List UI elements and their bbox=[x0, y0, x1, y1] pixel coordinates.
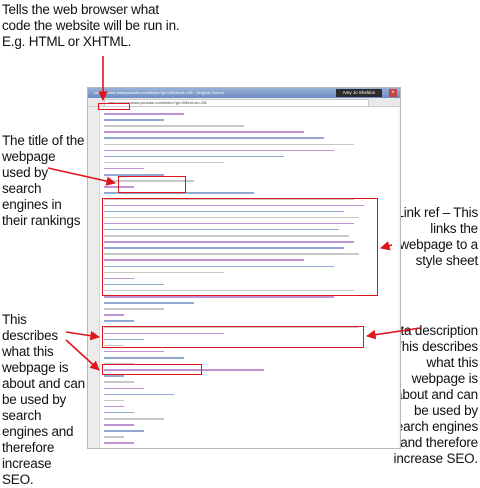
title-highlight-box bbox=[118, 176, 186, 193]
source-line bbox=[104, 320, 134, 322]
source-line bbox=[104, 387, 144, 390]
title-annotation: The title of the webpage used by search … bbox=[2, 133, 85, 228]
meta-property-highlight-box bbox=[102, 364, 202, 375]
source-line bbox=[104, 113, 184, 115]
source-line bbox=[104, 357, 184, 359]
source-line bbox=[104, 149, 334, 152]
source-line bbox=[104, 399, 124, 402]
source-line bbox=[104, 308, 164, 310]
address-bar[interactable]: view-source:www.youtube.com/index?gl=GB&… bbox=[104, 99, 369, 107]
source-line bbox=[104, 302, 194, 304]
user-profile-button[interactable]: Amy Jo Sheldon bbox=[336, 89, 382, 97]
source-line bbox=[104, 430, 144, 432]
source-line bbox=[104, 375, 124, 377]
source-line bbox=[104, 424, 134, 426]
meta-description-highlight-box bbox=[102, 326, 364, 348]
source-line bbox=[104, 393, 174, 396]
link-ref-highlight-box bbox=[102, 198, 378, 296]
source-line bbox=[104, 131, 304, 133]
doctype-highlight-box bbox=[98, 103, 130, 110]
source-line bbox=[104, 137, 324, 139]
source-line bbox=[104, 125, 244, 127]
source-line bbox=[104, 350, 164, 353]
link-ref-annotation: Link ref – This links the webpage to a s… bbox=[396, 205, 478, 268]
meta-left-annotation: This describes what this webpage is abou… bbox=[2, 312, 85, 487]
source-line bbox=[104, 442, 134, 444]
source-line bbox=[104, 436, 124, 438]
source-line bbox=[104, 155, 284, 158]
line-number-gutter bbox=[88, 107, 100, 448]
browser-tab[interactable]: view-source:www.youtube.com/index?gl=GB&… bbox=[94, 88, 224, 98]
source-line bbox=[104, 167, 144, 170]
source-line bbox=[104, 418, 164, 420]
source-line bbox=[104, 119, 164, 121]
source-line bbox=[104, 411, 134, 414]
doctype-annotation: Tells the web browser what code the webs… bbox=[2, 2, 180, 49]
source-line bbox=[104, 405, 124, 408]
browser-toolbar: view-source:www.youtube.com/index?gl=GB&… bbox=[88, 98, 400, 107]
source-line bbox=[104, 161, 224, 164]
source-line bbox=[104, 296, 334, 298]
browser-title-bar: view-source:www.youtube.com/index?gl=GB&… bbox=[88, 88, 400, 98]
source-line bbox=[104, 143, 354, 146]
close-icon[interactable]: × bbox=[389, 89, 397, 97]
source-line bbox=[104, 381, 134, 383]
source-line bbox=[104, 314, 124, 316]
